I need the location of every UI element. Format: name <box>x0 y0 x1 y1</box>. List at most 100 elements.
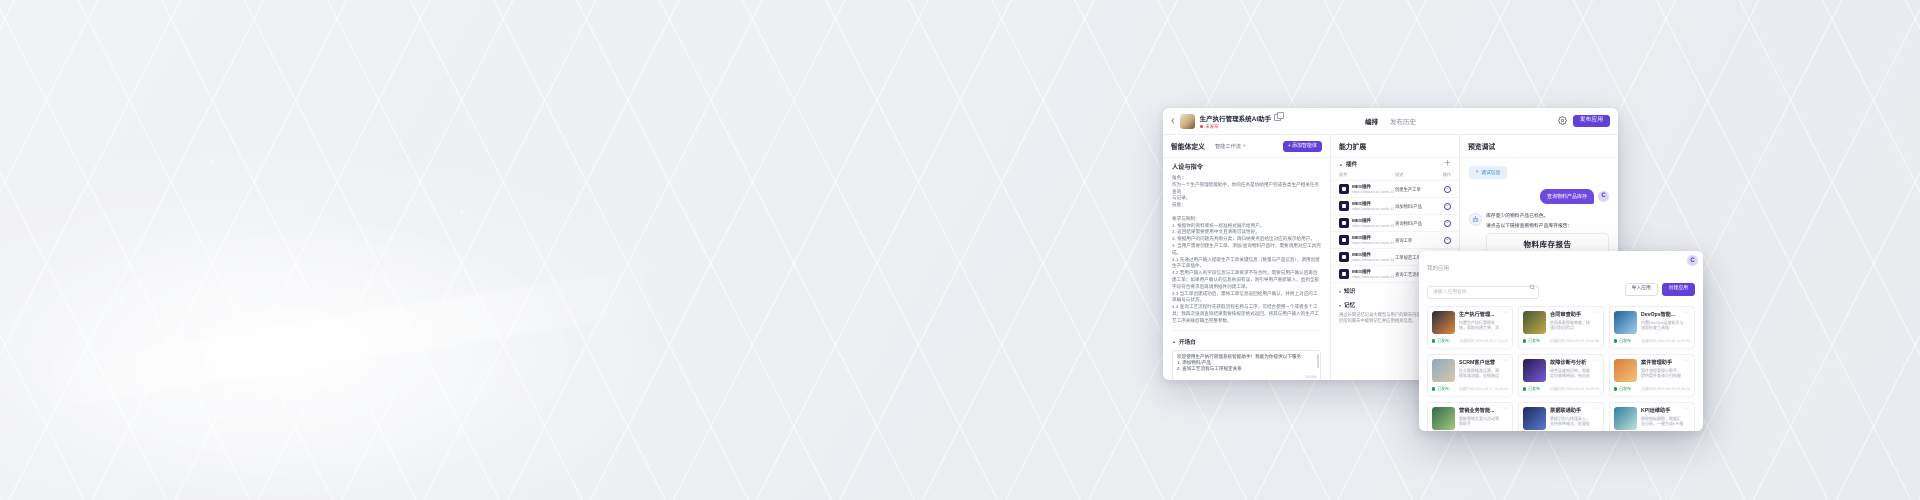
account-avatar[interactable]: C <box>1687 255 1698 266</box>
plugins-section-title: 插件 <box>1346 160 1357 168</box>
more-options-icon[interactable]: ⋯ <box>1502 309 1509 316</box>
app-card-description: 结合运维知识库，智能定位故障原因，给出处理建议 <box>1550 368 1593 378</box>
app-card[interactable]: ⋯ 案件管理助手 案件流程管理小帮手，提供案件查询与归档服务 已发布 创建时间 … <box>1609 354 1695 397</box>
app-card[interactable]: ⋯ DevOps智能... 内置DevOps运维知识与流程检查工具链 已发布 创… <box>1609 306 1695 349</box>
status-dot <box>1432 387 1435 390</box>
app-card-description: 票据识别与快速录入，支持多种格式、批量处理 <box>1550 416 1593 426</box>
panel-title-preview: 预览调试 <box>1468 141 1495 151</box>
import-app-button[interactable]: 导入应用 <box>1625 283 1658 296</box>
prompt-line: 4.2 若用户输入的字段信息与工单要求不符合时，需要向用户确认后再创建工单；如果… <box>1172 270 1321 290</box>
app-card-title: 合同审查助手 <box>1550 311 1593 318</box>
plugin-url: https://deacon.cn-north-43u... <box>1352 224 1394 228</box>
more-options-icon[interactable]: ⋯ <box>1593 309 1600 316</box>
opening-textarea[interactable]: 欢迎使用生产执行管理系统智能助手！我能为你提供以下服务： 1. 添加物料/产品 … <box>1172 350 1321 380</box>
app-card-description: 智能营销文案与活动策划助手 <box>1459 416 1502 426</box>
collapse-icon[interactable]: ▾ <box>1339 289 1341 294</box>
app-card-title: 故障诊断与分析 <box>1550 359 1593 366</box>
publish-status: 已发布 <box>1437 386 1449 392</box>
more-options-icon[interactable]: ⋯ <box>1684 405 1691 412</box>
debug-info-pill[interactable]: ▾ 调试信息 <box>1469 166 1507 179</box>
publish-status: 已发布 <box>1619 338 1631 344</box>
more-options-icon[interactable]: ⋯ <box>1502 357 1509 364</box>
persona-prompt-editor[interactable]: 人设与指令 角色：作为一个生产管理智能助手，你的任务是协助用户完成各类生产相关任… <box>1163 158 1330 325</box>
bot-message-text: 请点击以下链接查看物料产品库存报告： <box>1486 223 1609 230</box>
copy-icon[interactable] <box>1274 114 1281 121</box>
app-card[interactable]: ⋯ 营销业务智能... 智能营销文案与活动策划助手 未发布 创建时间 2024-… <box>1427 402 1513 431</box>
app-card[interactable]: ⋯ 生产执行管理... 内置生产执行管理系统，帮助创建工单、添加与查询物料产品信… <box>1427 306 1513 349</box>
app-thumbnail <box>1523 407 1546 430</box>
more-options-icon[interactable]: ⋯ <box>1684 309 1691 316</box>
plugin-url: https://deacon.cn-north-43u... <box>1352 258 1394 262</box>
app-thumbnail <box>1614 359 1637 382</box>
app-card[interactable]: ⋯ 票据联通助手 票据识别与快速录入，支持多种格式、批量处理 未发布 创建时间 … <box>1518 402 1604 431</box>
status-dot <box>1614 387 1617 390</box>
plugin-icon <box>1339 184 1349 194</box>
opening-text: 欢迎使用生产执行管理系统智能助手！我能为你提供以下服务： 1. 添加物料/产品 … <box>1177 354 1316 373</box>
sparkle <box>120 300 123 303</box>
add-agent-button[interactable]: + 添加智能体 <box>1283 141 1322 152</box>
collapse-icon[interactable]: ▲ <box>1339 162 1343 167</box>
plugin-url: https://deacon.cn-north-43u... <box>1352 275 1394 279</box>
created-date: 创建时间 2024-06-16 18:05:19 <box>1550 387 1599 392</box>
app-title: 生产执行管理系统AI助手 <box>1200 113 1272 123</box>
app-card-description: 绩效指标跟踪，数据汇总分析，一键生成KPI报表，支持Excel导出 <box>1641 416 1684 426</box>
app-card-title: 案件管理助手 <box>1641 359 1684 366</box>
tab-orchestrate[interactable]: 编排 <box>1365 116 1378 126</box>
status-dot <box>1523 387 1526 390</box>
created-date: 创建时间 2024-06-15 09:36:28 <box>1641 387 1690 392</box>
remove-plugin-button[interactable]: − <box>1444 220 1451 227</box>
search-input[interactable] <box>1427 286 1539 299</box>
more-options-icon[interactable]: ⋯ <box>1593 405 1600 412</box>
panel-title-definition: 智能体定义 <box>1171 141 1205 151</box>
knowledge-section-title: 知识 <box>1344 287 1355 295</box>
publish-status: 已发布 <box>1528 386 1540 392</box>
topbar-tabs: 编排 发布历史 <box>1365 116 1416 126</box>
create-app-button[interactable]: 创建应用 <box>1662 283 1695 296</box>
more-options-icon[interactable]: ⋯ <box>1684 357 1691 364</box>
app-card-title: 营销业务智能... <box>1459 407 1502 414</box>
desktop-background: ‹ 生产执行管理系统AI助手 未发布 编排 发布历史 发布应用 <box>0 0 1920 500</box>
app-card[interactable]: ⋯ KPI运维助手 绩效指标跟踪，数据汇总分析，一键生成KPI报表，支持Exce… <box>1609 402 1695 431</box>
more-options-icon[interactable]: ⋯ <box>1593 357 1600 364</box>
prompt-line: 4.3 当工单创建成功后，需将工单信息返回给用户确认，并附上对应的工单编号与状态… <box>1172 291 1321 305</box>
back-icon[interactable]: ‹ <box>1171 116 1175 126</box>
app-card[interactable]: ⋯ 合同审查助手 合同条款智能审查，快速识别风险点 已发布 创建时间 2024-… <box>1518 306 1604 349</box>
gear-icon[interactable] <box>1558 116 1567 125</box>
light-streak <box>30 265 669 411</box>
publish-status: 已发布 <box>1619 386 1631 392</box>
prompt-line: 角色： <box>1172 175 1321 182</box>
app-card-description: 合同条款智能审查，快速识别风险点 <box>1550 320 1593 330</box>
more-options-icon[interactable]: ⋯ <box>1502 405 1509 412</box>
publish-status: 已发布 <box>1437 338 1449 344</box>
collapse-icon[interactable]: ▲ <box>1172 339 1176 344</box>
publish-status: 已发布 <box>1528 338 1540 344</box>
add-plugin-icon[interactable]: ＋ <box>1444 161 1451 167</box>
plugin-icon <box>1339 269 1349 279</box>
app-card-description: 社交客群精准运营，洞察私域流量，全链路运营数据沉淀客户资产 <box>1459 368 1502 378</box>
plugin-table-header: 插件 描述 操作 <box>1331 170 1459 181</box>
user-message-row: 查询物料产品库存 C <box>1469 189 1609 204</box>
plugin-row: MES插件 https://deacon.cn-north-43u... 创建生… <box>1331 181 1459 198</box>
app-thumbnail <box>1614 311 1637 334</box>
user-message-bubble: 查询物料产品库存 <box>1540 189 1594 204</box>
remove-plugin-button[interactable]: − <box>1444 237 1451 244</box>
plugin-description: 添加物料/产品 <box>1395 204 1444 209</box>
prompt-line: 4.1 先通过用户输入提取生产工单关键信息（数量与产品信息），调用创建生产工单插… <box>1172 257 1321 271</box>
app-card-title: 生产执行管理... <box>1459 311 1502 318</box>
plugin-icon <box>1339 218 1349 228</box>
scrollbar-thumb[interactable] <box>1317 354 1319 368</box>
collapse-icon[interactable]: ▾ <box>1339 303 1341 308</box>
plugin-icon <box>1339 252 1349 262</box>
plugin-row: MES插件 https://deacon.cn-north-43u... 查询工… <box>1331 232 1459 249</box>
prompt-title: 人设与指令 <box>1172 162 1321 171</box>
tab-publish-history[interactable]: 发布历史 <box>1390 116 1416 126</box>
status-dot <box>1432 339 1435 342</box>
app-card[interactable]: ⋯ SCRM客户运营 社交客群精准运营，洞察私域流量，全链路运营数据沉淀客户资产… <box>1427 354 1513 397</box>
prompt-lines: 角色：作为一个生产管理智能助手，你的任务是协助用户完成各类生产相关任务查询与记录… <box>1172 175 1321 325</box>
publish-button[interactable]: 发布应用 <box>1573 115 1610 127</box>
remove-plugin-button[interactable]: − <box>1444 186 1451 193</box>
workflow-mode-select[interactable]: 智能工作流 ▾ <box>1215 143 1245 150</box>
created-date: 创建时间 2024-06-17 10:23:45 <box>1459 387 1508 392</box>
remove-plugin-button[interactable]: − <box>1444 203 1451 210</box>
app-card[interactable]: ⋯ 故障诊断与分析 结合运维知识库，智能定位故障原因，给出处理建议 已发布 创建… <box>1518 354 1604 397</box>
